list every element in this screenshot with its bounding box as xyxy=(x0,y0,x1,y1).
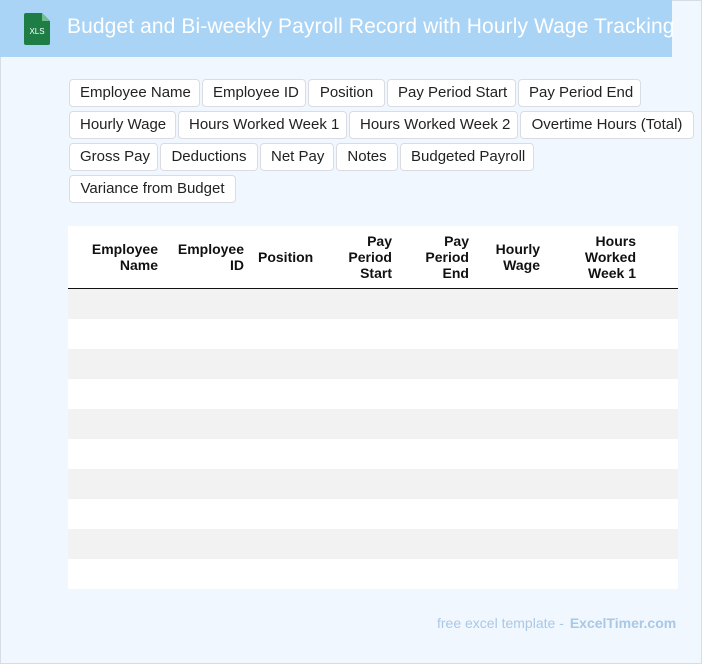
column-header-pay-period-end: Pay Period End xyxy=(425,233,469,281)
column-header-employee-name: Employee Name xyxy=(91,241,158,273)
title-banner: XLS Budget and Bi-weekly Payroll Record … xyxy=(0,0,675,57)
table-row[interactable] xyxy=(68,559,678,589)
column-header-employee-id: Employee ID xyxy=(177,241,244,273)
table-row[interactable] xyxy=(68,409,678,439)
table-row[interactable] xyxy=(68,289,678,319)
table-row[interactable] xyxy=(68,319,678,349)
table-row[interactable] xyxy=(68,439,678,469)
field-chip-hours-week-1[interactable]: Hours Worked Week 1 xyxy=(178,111,347,139)
field-chip-deductions[interactable]: Deductions xyxy=(160,143,258,171)
table-row[interactable] xyxy=(68,529,678,559)
column-header-position: Position xyxy=(258,249,314,265)
field-chip-pay-period-start[interactable]: Pay Period Start xyxy=(387,79,516,107)
table-row[interactable] xyxy=(68,499,678,529)
column-header-pay-period-start: Pay Period Start xyxy=(348,233,392,281)
xls-icon-label: XLS xyxy=(29,27,44,36)
field-chip-overtime-hours[interactable]: Overtime Hours (Total) xyxy=(520,111,694,139)
excel-file-icon: XLS xyxy=(24,13,50,45)
column-header-hourly-wage: Hourly Wage xyxy=(495,241,540,273)
field-chip-notes[interactable]: Notes xyxy=(336,143,398,171)
field-chip-gross-pay[interactable]: Gross Pay xyxy=(69,143,158,171)
footer-credit: free excel template - ExcelTimer.com xyxy=(437,615,676,631)
column-header-hours-week-1: Hours Worked Week 1 xyxy=(584,233,636,281)
table-row[interactable] xyxy=(68,469,678,499)
footer-text: free excel template - xyxy=(437,615,564,631)
field-chip-position[interactable]: Position xyxy=(308,79,385,107)
field-chip-net-pay[interactable]: Net Pay xyxy=(260,143,334,171)
field-chip-hours-week-2[interactable]: Hours Worked Week 2 xyxy=(349,111,518,139)
table-header: Employee Name Employee ID Position Pay P… xyxy=(68,226,678,289)
field-chip-variance-from-budget[interactable]: Variance from Budget xyxy=(69,175,236,203)
field-chip-pay-period-end[interactable]: Pay Period End xyxy=(518,79,641,107)
field-chip-employee-name[interactable]: Employee Name xyxy=(69,79,200,107)
table-row[interactable] xyxy=(68,349,678,379)
footer-brand-link[interactable]: ExcelTimer.com xyxy=(570,615,676,631)
table-row[interactable] xyxy=(68,379,678,409)
page-title: Budget and Bi-weekly Payroll Record with… xyxy=(67,15,675,38)
field-chip-hourly-wage[interactable]: Hourly Wage xyxy=(69,111,176,139)
field-chip-budgeted-payroll[interactable]: Budgeted Payroll xyxy=(400,143,534,171)
field-chip-employee-id[interactable]: Employee ID xyxy=(202,79,306,107)
payroll-table: Employee Name Employee ID Position Pay P… xyxy=(68,226,678,589)
